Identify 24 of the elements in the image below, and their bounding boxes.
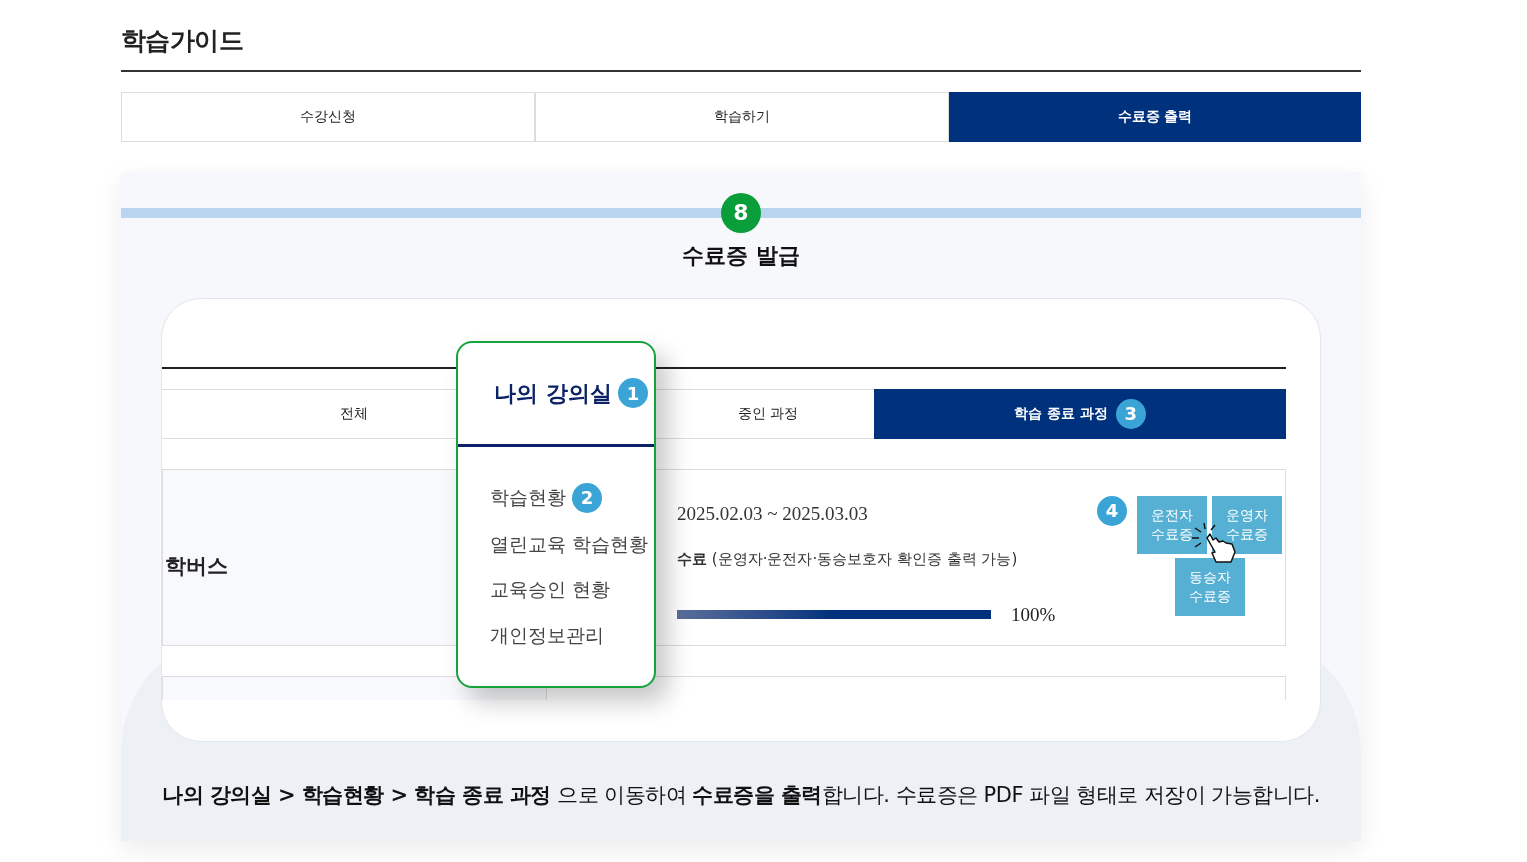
tab[interactable]: 수료증 출력 [949,91,1361,142]
status-note: (운영자·운전자·동승보호자 확인증 출력 가능) [711,550,1018,568]
tab-label: 전체 [340,404,368,423]
course-title: 학버스 [165,553,228,581]
menu-item[interactable]: 학습현황 [490,483,566,512]
menu-item[interactable]: 열린교육 학습현황 [490,529,649,558]
list-tab[interactable]: 학습 종료 과정 3 [874,388,1286,439]
step-title: 수료증 발급 [682,241,800,270]
tab-label: 학습 종료 과정 [1014,404,1108,423]
tab-label: 중인 과정 [738,404,799,423]
menu-item[interactable]: 교육승인 현황 [490,575,611,604]
course-period: 2025.02.03 ~ 2025.03.03 [677,501,869,526]
step-badge: 1 [618,378,648,408]
course-status: 수료 [677,550,707,568]
guide-caption: 나의 강의실 > 학습현황 > 학습 종료 과정 으로 이동하여 수료증을 출력합니다. 수료증은 PDF 파일 형태로 저장이 가능합니다. [161,781,1321,809]
step-badge: 2 [572,482,602,513]
step-badge: 4 [1097,495,1127,526]
progress-percent: 100% [1011,602,1056,627]
menu-item[interactable]: 개인정보관리 [490,620,604,649]
page-title: 학습가이드 [121,25,244,57]
tab[interactable]: 수강신청 [121,91,535,142]
step-number: 8 [721,192,761,233]
tab[interactable]: 학습하기 [535,91,949,142]
step-badge: 3 [1115,398,1146,429]
